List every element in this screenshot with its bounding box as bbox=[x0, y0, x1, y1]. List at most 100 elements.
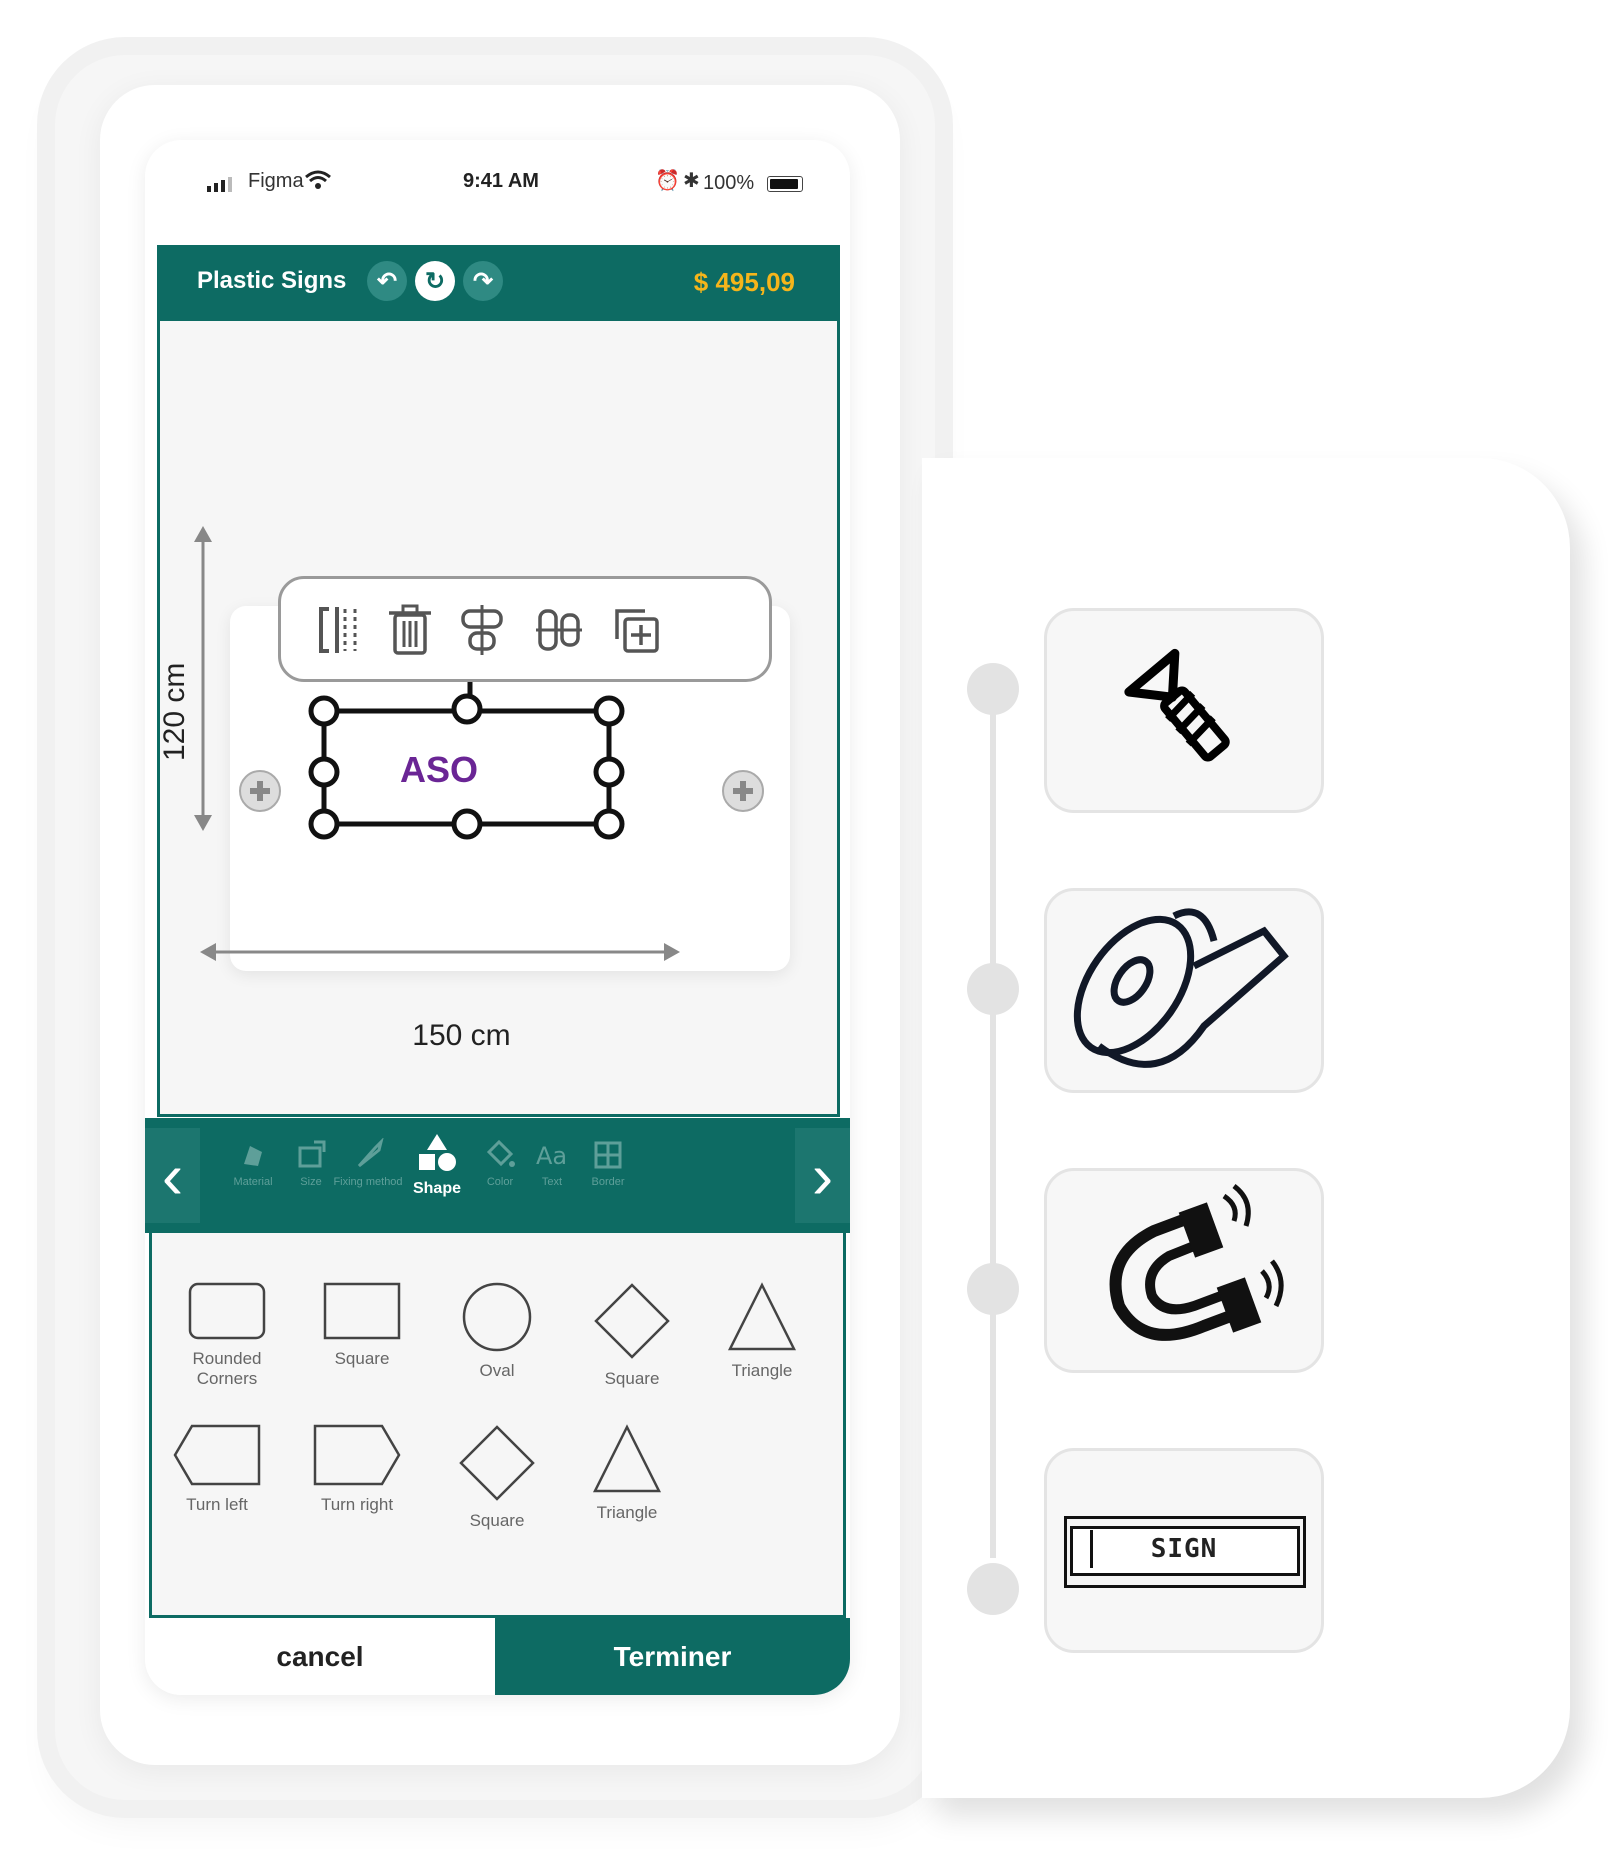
total-price: $ 495,09 bbox=[693, 267, 795, 297]
text-icon: Aa bbox=[536, 1142, 567, 1170]
nav-label: Fixing method bbox=[333, 1176, 403, 1188]
shape-label: Square bbox=[604, 1369, 660, 1388]
reset-button[interactable]: ↻ bbox=[415, 261, 455, 301]
fixing-method-panel: SIGN bbox=[922, 458, 1570, 1798]
shape-option-turn-right[interactable]: Turn right bbox=[292, 1423, 422, 1515]
chevron-right-icon: › bbox=[811, 1139, 834, 1212]
trash-icon[interactable] bbox=[383, 603, 437, 657]
shape-label: Triangle bbox=[596, 1503, 658, 1522]
nav-prev-button[interactable]: ‹ bbox=[145, 1128, 200, 1223]
shape-option-diamond[interactable]: Square bbox=[567, 1281, 697, 1389]
chevron-left-icon: ‹ bbox=[161, 1139, 184, 1212]
sign-holder-label: SIGN bbox=[1150, 1533, 1218, 1564]
shape-option-triangle-2[interactable]: Triangle bbox=[562, 1423, 692, 1523]
magnet-icon bbox=[1109, 1183, 1284, 1341]
cancel-button[interactable]: cancel bbox=[145, 1618, 495, 1695]
tape-icon bbox=[1073, 908, 1289, 1068]
fixing-option-sign-holder[interactable]: SIGN bbox=[1044, 1448, 1324, 1653]
fixing-option-magnet[interactable] bbox=[1044, 1168, 1324, 1373]
alarm-icon: ⏰ bbox=[655, 170, 680, 192]
shape-option-rounded[interactable]: Rounded Corners bbox=[162, 1281, 292, 1389]
arrow-right-shape-icon bbox=[313, 1424, 401, 1486]
shape-option-rectangle[interactable]: Square bbox=[297, 1281, 427, 1369]
timeline-dot bbox=[967, 963, 1019, 1015]
distribute-icon[interactable] bbox=[532, 603, 586, 657]
nav-item-fixing-method[interactable]: Fixing method bbox=[333, 1138, 403, 1188]
fixing-option-tape[interactable] bbox=[1044, 888, 1324, 1093]
redo-button[interactable]: ↷ bbox=[463, 261, 503, 301]
nav-next-button[interactable]: › bbox=[795, 1128, 850, 1223]
shape-label: Square bbox=[334, 1349, 390, 1368]
app-screen: Figma 9:41 AM ⏰ ✱ 100% Plastic Signs ↶ ↻… bbox=[145, 140, 850, 1695]
oval-icon bbox=[462, 1282, 532, 1352]
timeline-dot bbox=[967, 1563, 1019, 1615]
nav-label: Color bbox=[486, 1176, 514, 1188]
sign-text[interactable]: ASO bbox=[400, 749, 478, 791]
diamond-icon bbox=[459, 1425, 535, 1501]
battery-icon bbox=[767, 176, 803, 192]
add-left-button[interactable] bbox=[238, 769, 282, 813]
design-canvas: 120 cm ASO 150 cm bbox=[157, 321, 840, 1117]
shape-label: Rounded Corners bbox=[192, 1349, 262, 1388]
clock: 9:41 AM bbox=[463, 170, 539, 192]
nav-label: Text bbox=[541, 1176, 563, 1188]
width-label: 150 cm bbox=[412, 1019, 511, 1052]
add-right-button[interactable] bbox=[721, 769, 765, 813]
border-icon bbox=[594, 1141, 622, 1169]
redo-icon: ↷ bbox=[472, 267, 494, 295]
element-toolbar bbox=[278, 576, 772, 682]
sign-holder-icon: SIGN bbox=[1064, 1515, 1306, 1588]
signal-icon bbox=[207, 176, 232, 192]
timeline-dot bbox=[967, 1263, 1019, 1315]
shape-option-oval[interactable]: Oval bbox=[432, 1281, 562, 1381]
battery-percent: 100% bbox=[703, 172, 755, 194]
category-nav: ‹ Material Size Fixing method Shape Colo… bbox=[145, 1118, 850, 1233]
shape-icon bbox=[419, 1134, 456, 1171]
width-dimension-arrow bbox=[200, 943, 680, 961]
rectangle-icon bbox=[323, 1282, 401, 1340]
height-dimension-arrow bbox=[194, 526, 212, 831]
shape-option-turn-left[interactable]: Turn left bbox=[152, 1423, 282, 1515]
nav-item-border[interactable]: Border bbox=[573, 1138, 643, 1188]
timeline-dot bbox=[967, 663, 1019, 715]
undo-icon: ↶ bbox=[376, 267, 398, 295]
undo-button[interactable]: ↶ bbox=[367, 261, 407, 301]
flip-icon[interactable] bbox=[315, 603, 369, 657]
shape-option-triangle[interactable]: Triangle bbox=[697, 1281, 827, 1381]
page-title: Plastic Signs bbox=[197, 267, 347, 294]
nav-label: Material bbox=[233, 1176, 273, 1188]
shape-label: Square bbox=[469, 1511, 525, 1530]
finish-button[interactable]: Terminer bbox=[495, 1618, 850, 1695]
nav-label: Size bbox=[300, 1176, 322, 1188]
rounded-rect-icon bbox=[188, 1282, 266, 1340]
shape-option-diamond-2[interactable]: Square bbox=[432, 1423, 562, 1531]
svg-text:Aa: Aa bbox=[536, 1142, 567, 1170]
shape-label: Turn left bbox=[186, 1495, 248, 1514]
nav-item-shape[interactable]: Shape bbox=[402, 1132, 472, 1198]
align-center-icon[interactable] bbox=[455, 603, 509, 657]
app-header: Plastic Signs ↶ ↻ ↷ $ 495,09 bbox=[157, 245, 840, 321]
shape-label: Oval bbox=[479, 1361, 515, 1380]
material-icon bbox=[244, 1146, 262, 1166]
status-bar: Figma 9:41 AM ⏰ ✱ 100% bbox=[145, 170, 850, 210]
triangle-icon bbox=[727, 1282, 797, 1351]
size-icon bbox=[298, 1140, 326, 1168]
screw-icon bbox=[1124, 648, 1230, 762]
screw-icon bbox=[357, 1138, 384, 1168]
timeline-line bbox=[990, 678, 996, 1558]
fixing-option-screw[interactable] bbox=[1044, 608, 1324, 813]
diamond-icon bbox=[594, 1283, 670, 1359]
duplicate-icon[interactable] bbox=[609, 603, 663, 657]
paint-bucket-icon bbox=[486, 1139, 515, 1167]
arrow-left-shape-icon bbox=[173, 1424, 261, 1486]
bluetooth-icon: ✱ bbox=[683, 170, 700, 192]
shape-label: Turn right bbox=[320, 1495, 394, 1514]
nav-label: Border bbox=[591, 1176, 625, 1188]
refresh-icon: ↻ bbox=[424, 267, 446, 295]
shape-label: Triangle bbox=[731, 1361, 793, 1380]
nav-label: Shape bbox=[412, 1180, 461, 1197]
shape-picker: Rounded Corners Square Oval Square Trian… bbox=[149, 1233, 846, 1618]
wifi-icon bbox=[305, 170, 331, 189]
triangle-icon bbox=[592, 1424, 662, 1493]
carrier-label: Figma bbox=[248, 170, 304, 192]
